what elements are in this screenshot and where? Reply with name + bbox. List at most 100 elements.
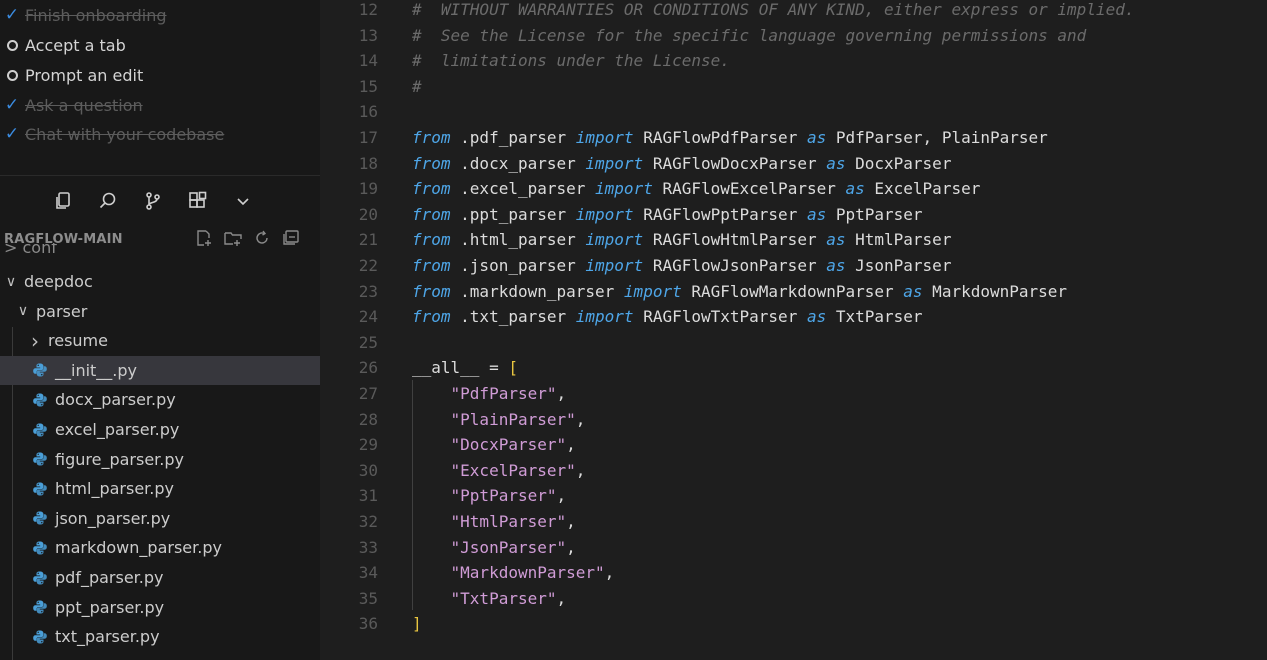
code-token: "PlainParser"	[450, 409, 576, 429]
line-code: "TxtParser",	[412, 586, 567, 612]
line-number: 21	[358, 230, 378, 250]
sidebar: ✓ Finish onboarding Accept a tab Prompt an …	[0, 0, 320, 660]
tree-item-label: markdown_parser.py	[55, 538, 222, 558]
code-token: as	[826, 256, 846, 275]
code-token: TxtParser	[826, 307, 923, 327]
chevron-down-icon: ∨	[5, 273, 17, 290]
tree-item-file[interactable]: pdf_parser.py	[0, 563, 320, 592]
code-token: ,	[604, 563, 615, 583]
code-line: 36]	[320, 611, 1267, 637]
code-line: 31 "PptParser",	[320, 483, 1267, 509]
tree-item-folder[interactable]: ∨ parser	[0, 297, 320, 326]
line-code: # WITHOUT WARRANTIES OR CONDITIONS OF AN…	[412, 0, 1134, 23]
python-file-icon	[32, 599, 48, 615]
checklist-item[interactable]: Prompt an edit	[0, 60, 320, 90]
extensions-icon[interactable]	[187, 190, 209, 212]
line-code: from .docx_parser import RAGFlowDocxPars…	[412, 151, 951, 177]
tree-item-file[interactable]: txt_parser.py	[0, 622, 320, 651]
tree-item-file[interactable]: excel_parser.py	[0, 415, 320, 444]
code-token: as	[806, 204, 827, 224]
tree-item-file[interactable]: html_parser.py	[0, 474, 320, 503]
line-number: 32	[358, 512, 378, 531]
code-token: from	[412, 128, 451, 147]
code-token: from	[412, 256, 451, 275]
python-file-icon	[32, 540, 48, 556]
code-token: [	[508, 358, 518, 378]
checklist-item[interactable]: ✓ Chat with your codebase	[0, 119, 320, 149]
code-token: ,	[566, 435, 576, 455]
chevron-right-icon: ›	[31, 328, 39, 353]
code-line: 29 "DocxParser",	[320, 432, 1267, 458]
code-token: __all__	[412, 358, 480, 378]
line-code: from .pdf_parser import RAGFlowPdfParser…	[412, 125, 1048, 151]
code-token: import	[575, 128, 634, 147]
code-editor[interactable]: 12 # WITHOUT WARRANTIES OR CONDITIONS OF …	[320, 0, 1267, 660]
refresh-icon[interactable]	[253, 229, 271, 251]
code-token: "HtmlParser"	[450, 512, 567, 531]
tree-item-file[interactable]: docx_parser.py	[0, 385, 320, 414]
tree-item-label: pdf_parser.py	[55, 568, 164, 587]
checklist-item[interactable]: ✓ Ask a question	[0, 90, 320, 120]
tree-item-label: resume	[48, 331, 108, 351]
code-token: "PdfParser"	[450, 384, 557, 403]
line-number: 14	[358, 51, 378, 71]
code-token: PdfParser, PlainParser	[826, 128, 1048, 147]
line-code: "PlainParser",	[412, 407, 586, 433]
tree-item-conf[interactable]: > conf	[4, 243, 57, 253]
code-token: import	[595, 179, 653, 199]
tree-item-file[interactable]: markdown_parser.py	[0, 533, 320, 562]
tree-item-file[interactable]: __init__.py	[0, 355, 320, 385]
code-token: RAGFlowMarkdownParser	[681, 281, 904, 301]
checklist-item[interactable]: Accept a tab	[0, 30, 320, 60]
new-file-icon[interactable]	[195, 229, 213, 251]
chevron-down-icon[interactable]	[232, 190, 254, 212]
code-token: "ExcelParser"	[450, 460, 576, 480]
tree-item-label: figure_parser.py	[55, 449, 184, 469]
code-token: as	[845, 179, 865, 199]
line-number: 15	[358, 76, 378, 96]
code-token: from	[412, 230, 451, 250]
code-token: as	[806, 307, 827, 327]
new-folder-icon[interactable]	[224, 229, 242, 251]
line-number: 12	[358, 0, 378, 19]
python-file-icon	[32, 392, 48, 408]
python-file-icon	[32, 451, 48, 467]
tree-item-file[interactable]: json_parser.py	[0, 504, 320, 533]
python-file-icon	[32, 629, 48, 645]
code-line: 26 __all__ = [	[320, 355, 1267, 381]
activity-bar	[52, 186, 254, 216]
code-token: ,	[575, 409, 586, 429]
line-number: 34	[358, 563, 378, 583]
tree-item-file[interactable]: figure_parser.py	[0, 445, 320, 474]
code-token: ,	[566, 537, 576, 557]
code-line: 32 "HtmlParser",	[320, 509, 1267, 535]
tree-item-folder[interactable]: › resume	[0, 326, 320, 355]
line-code: ]	[412, 611, 422, 637]
line-number: 28	[358, 409, 378, 429]
code-line: 18 from .docx_parser import RAGFlowDocxPa…	[320, 151, 1267, 177]
code-line: 21 from .html_parser import RAGFlowHtmlPa…	[320, 227, 1267, 253]
code-line: 27 "PdfParser",	[320, 381, 1267, 407]
code-token: from	[412, 153, 451, 173]
explorer-actions	[195, 229, 300, 251]
collapse-all-icon[interactable]	[282, 229, 300, 251]
tree-item-folder[interactable]: ∨ deepdoc	[0, 267, 320, 296]
tree-item-file[interactable]: ppt_parser.py	[0, 593, 320, 622]
code-line: 15 #	[320, 74, 1267, 100]
code-token: ]	[412, 614, 422, 634]
line-code: "HtmlParser",	[412, 509, 576, 535]
code-token: from	[412, 307, 451, 327]
source-control-icon[interactable]	[142, 190, 164, 212]
code-token: DocxParser	[845, 153, 952, 173]
checklist-item[interactable]: ✓ Finish onboarding	[0, 0, 320, 30]
code-token: # WITHOUT WARRANTIES OR CONDITIONS OF AN…	[412, 0, 1135, 19]
code-token: .excel_parser	[450, 179, 596, 199]
code-line: 20 from .ppt_parser import RAGFlowPptPars…	[320, 202, 1267, 228]
search-icon[interactable]	[97, 190, 119, 212]
code-token: RAGFlowTxtParser	[633, 307, 807, 327]
files-icon[interactable]	[52, 190, 74, 212]
tree-item-label: deepdoc	[24, 272, 93, 291]
code-token: ExcelParser	[864, 179, 981, 199]
